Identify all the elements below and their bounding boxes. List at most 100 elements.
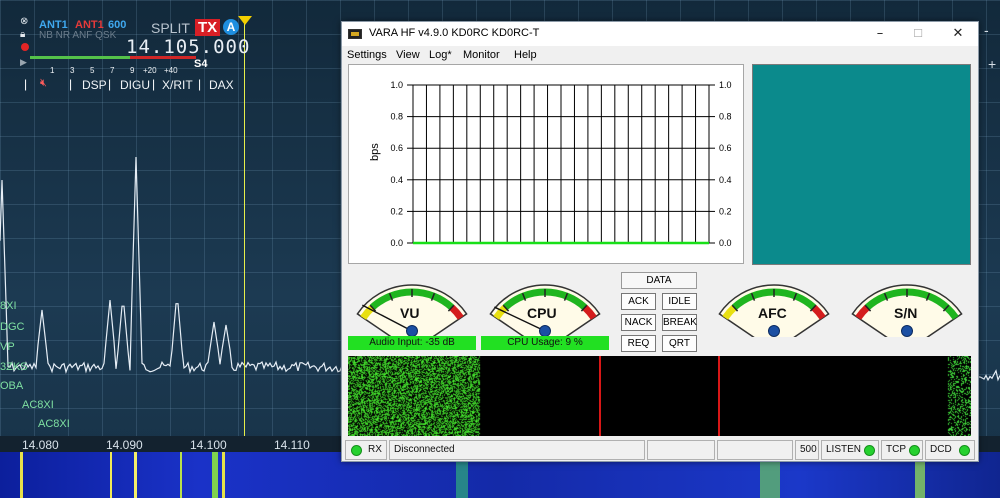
spot-label[interactable]: 8XI [0,300,17,312]
listen-status[interactable]: LISTEN [821,440,879,460]
dcd-status: DCD [925,440,975,460]
separator: | [24,77,28,91]
spot-label[interactable]: VP [0,341,15,353]
y-tick-label-left: 0.4 [390,175,403,185]
vu-gauge [356,284,468,352]
mute-speaker-icon[interactable]: 🔇︎ [40,77,47,90]
cpu-meter: CPU CPU Usage: 9 % [481,267,609,355]
record-icon[interactable] [21,43,29,51]
zoom-out-button[interactable]: - [984,22,989,38]
spectrogram-noise [348,356,971,436]
dcd-led-icon [959,445,970,456]
audio-spectrum-waterfall[interactable] [348,356,971,436]
vu-meter-title: VU [400,305,420,321]
afc-gauge [718,284,830,352]
slice-flag[interactable]: ⊗ ANT1 ANT1 600 🔒︎ NB NR ANF QSK SPLIT T… [18,16,249,94]
spot-label[interactable]: AC8XI [22,399,54,411]
slice-letter-badge[interactable]: A [223,19,239,35]
freq-tick: 14.080 [22,438,59,452]
s-scale-label: 1 [50,66,55,75]
menu-help[interactable]: Help [514,49,537,61]
s-meter-reading: S4 [194,58,208,70]
vfo-marker[interactable] [244,16,245,450]
waterfall-signal [212,452,218,498]
sn-meter: S/N [843,267,971,352]
y-tick-label-right: 0.0 [719,238,732,248]
s-scale-label: +40 [164,66,178,75]
vu-meter: VU Audio Input: -35 dB [348,267,476,355]
close-slice-icon[interactable]: ⊗ [20,16,28,27]
qrt-indicator: QRT [662,335,697,352]
tx-badge[interactable]: TX [195,19,221,36]
cpu-meter-title: CPU [527,305,557,321]
freq-tick: 14.110 [274,438,310,452]
s-scale-label: 7 [110,66,115,75]
y-tick-label-right: 0.2 [719,206,732,216]
s-scale-label: +20 [143,66,157,75]
menu-settings[interactable]: Settings [347,49,387,61]
gauge-hub [406,325,418,337]
spot-label[interactable]: OBA [0,380,23,392]
y-tick-label-right: 1.0 [719,80,732,90]
waterfall-signal [180,452,182,498]
tcp-status: TCP [881,440,923,460]
data-indicator: DATA [621,272,697,289]
rx-led-icon [351,445,362,456]
y-tick-label-left: 0.2 [390,206,403,216]
spot-label[interactable]: 3ZKS [0,361,28,373]
y-tick-label-left: 0.0 [390,238,403,248]
gauge-hub [768,325,780,337]
s-scale-label: 3 [70,66,75,75]
y-tick-label-left: 1.0 [390,80,403,90]
dsp-button[interactable]: DSP [82,78,107,92]
mode-button[interactable]: DIGU [120,78,150,92]
nack-indicator: NACK [621,314,656,331]
menu-log[interactable]: Log* [429,49,452,61]
tone-marker-low [599,356,601,436]
rit-xit-button[interactable]: X/RIT [162,78,193,92]
cpu-usage-readout: CPU Usage: 9 % [481,336,609,350]
vara-app-icon [348,29,362,39]
status-empty-2 [717,440,793,460]
sn-meter-title: S/N [894,305,918,321]
audio-input-readout: Audio Input: -35 dB [348,336,476,350]
split-button[interactable]: SPLIT [151,20,190,36]
y-tick-label-left: 0.8 [390,112,403,122]
bandwidth-status: 500 [795,440,819,460]
menu-view[interactable]: View [396,49,420,61]
play-icon[interactable]: ▶ [20,57,27,68]
s-scale-label: 9 [130,66,135,75]
title-bar[interactable]: VARA HF v4.9.0 KD0RC KD0RC-T – ☐ ✕ [342,22,978,46]
slice-frequency[interactable]: 14.105.000 [126,36,250,58]
gauge-hub [901,325,913,337]
gauge-hub [539,325,551,337]
spot-label[interactable]: AC8XI [38,418,70,430]
separator: | [198,77,202,91]
separator: | [108,77,112,91]
dcd-label: DCD [930,444,952,455]
afc-meter: AFC [710,267,838,352]
cpu-gauge [489,284,601,352]
lock-icon[interactable]: 🔒︎ [20,29,25,40]
tcp-led-icon [909,445,920,456]
spot-label[interactable]: DGC [0,321,24,333]
throughput-chart-panel: 1.0 1.0 0.8 0.8 0.6 0.6 0.4 0.4 0.2 0.2 0.0 0.0 bps [348,64,744,264]
menu-monitor[interactable]: Monitor [463,49,500,61]
minimize-button[interactable]: – [860,22,900,46]
freq-tick: 14.090 [106,438,143,452]
throughput-chart: 1.0 1.0 0.8 0.8 0.6 0.6 0.4 0.4 0.2 0.2 0.0 0.0 [390,80,732,248]
maximize-button[interactable]: ☐ [898,22,938,46]
tone-marker-high [718,356,720,436]
y-tick-label-right: 0.4 [719,175,732,185]
dsp-modes[interactable]: NB NR ANF QSK [39,30,116,41]
listen-label: LISTEN [826,444,862,455]
separator: | [69,77,73,91]
y-tick-label-right: 0.8 [719,112,732,122]
dax-button[interactable]: DAX [209,78,234,92]
vara-hf-window[interactable]: VARA HF v4.9.0 KD0RC KD0RC-T – ☐ ✕ Setti… [341,21,979,462]
zoom-in-button[interactable]: + [988,56,996,72]
close-button[interactable]: ✕ [938,22,978,46]
rx-status: RX [345,440,387,460]
waterfall-signal [20,452,23,498]
tcp-label: TCP [886,444,906,455]
